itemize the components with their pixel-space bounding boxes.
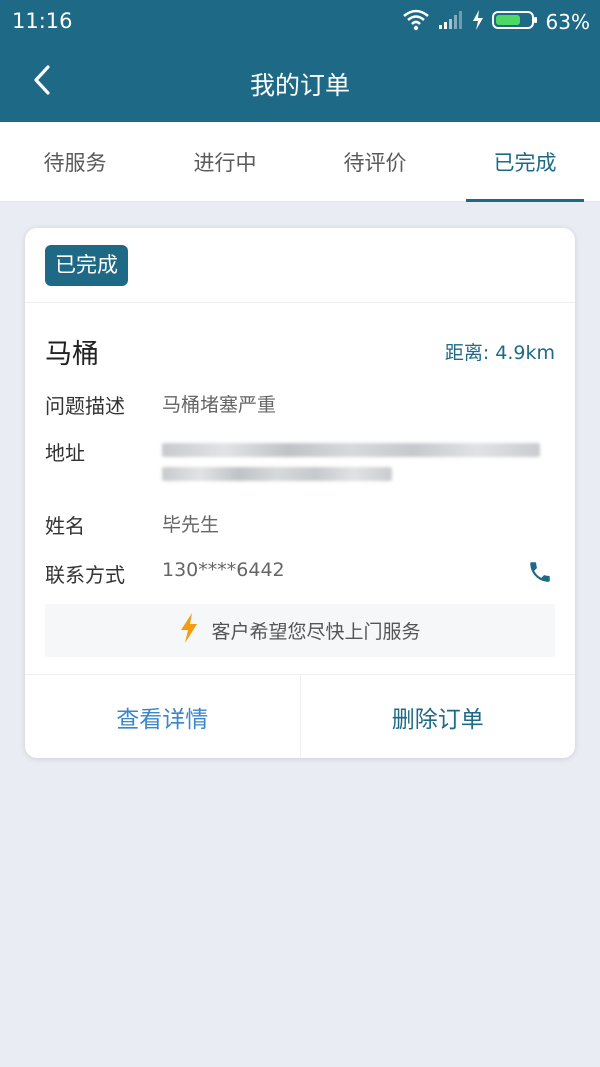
tab-in-progress[interactable]: 进行中: [150, 122, 300, 201]
charging-icon: [472, 10, 484, 34]
view-details-button[interactable]: 查看详情: [25, 675, 301, 758]
battery-percent: 63%: [545, 10, 590, 34]
problem-row: 问题描述 马桶堵塞严重: [45, 390, 555, 419]
status-bar: 11:16 63%: [0, 0, 600, 44]
app-bar: 我的订单: [0, 44, 600, 122]
phone-icon[interactable]: [527, 559, 553, 589]
order-tabs: 待服务 进行中 待评价 已完成: [0, 122, 600, 202]
card-actions: 查看详情 删除订单: [25, 674, 575, 758]
problem-label: 问题描述: [45, 394, 125, 418]
signal-icon: [438, 10, 464, 34]
name-label: 姓名: [45, 514, 85, 538]
page-title: 我的订单: [249, 71, 350, 100]
lightning-icon: [179, 613, 199, 648]
tab-completed[interactable]: 已完成: [450, 122, 600, 202]
contact-row: 联系方式 130****6442: [45, 559, 555, 588]
wifi-icon: [402, 9, 430, 35]
status-badge: 已完成: [45, 245, 128, 286]
contact-value: 130****6442: [162, 559, 285, 581]
tab-pending-service[interactable]: 待服务: [0, 122, 150, 201]
order-card: 已完成 马桶 距离: 4.9km 问题描述 马桶堵塞严重 地址 姓名 毕先生 联…: [25, 228, 575, 758]
order-card-header: 已完成: [25, 228, 575, 303]
notice-text: 客户希望您尽快上门服务: [211, 621, 421, 643]
name-value: 毕先生: [162, 514, 220, 536]
status-time: 11:16: [12, 9, 73, 33]
address-row: 地址: [45, 437, 555, 481]
service-row: 马桶 距离: 4.9km: [45, 332, 555, 371]
address-label: 地址: [45, 441, 85, 465]
battery-icon: [491, 10, 538, 34]
contact-label: 联系方式: [45, 563, 125, 587]
urgent-notice: 客户希望您尽快上门服务: [45, 604, 555, 657]
address-value-redacted: [162, 437, 540, 481]
tab-pending-review[interactable]: 待评价: [300, 122, 450, 201]
distance-label: 距离: 4.9km: [444, 342, 555, 364]
problem-value: 马桶堵塞严重: [162, 394, 277, 416]
service-title: 马桶: [45, 339, 99, 370]
status-indicators: 63%: [402, 9, 590, 35]
delete-order-button[interactable]: 删除订单: [301, 675, 576, 758]
name-row: 姓名 毕先生: [45, 510, 555, 539]
